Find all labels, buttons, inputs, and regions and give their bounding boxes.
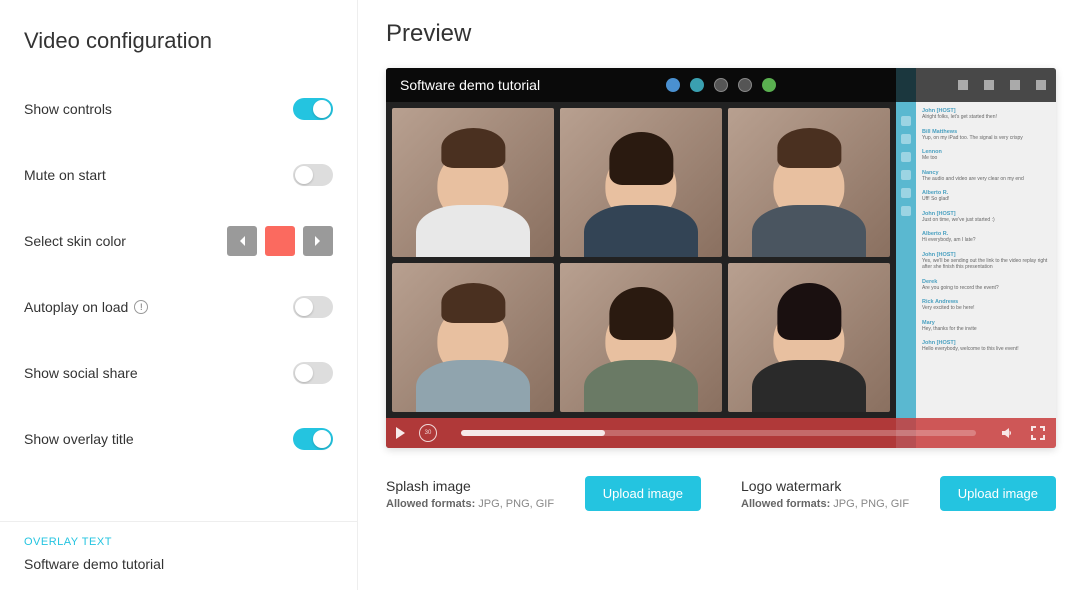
skin-swatch[interactable] [265,226,295,256]
chat-message: John [HOST]Hello everybody, welcome to t… [922,340,1050,353]
toggle-overlay-title[interactable] [293,428,333,450]
option-social-share: Show social share [0,340,357,406]
header-dot-cam-icon[interactable] [666,78,680,92]
chat-message: John [HOST]Just on time, we've just star… [922,211,1050,224]
fullscreen-icon [1030,425,1046,441]
rewind-30-button[interactable]: 30 [419,424,437,442]
watermark-title: Logo watermark [741,478,909,494]
progress-bar[interactable] [461,430,976,436]
label-skin-color: Select skin color [24,233,126,249]
option-overlay-title: Show overlay title [0,406,357,472]
upload-watermark: Logo watermark Allowed formats: JPG, PNG… [741,476,1056,511]
toggle-social-share[interactable] [293,362,333,384]
tool-icon[interactable] [901,116,911,126]
chat-tool-strip [896,68,916,448]
toggle-mute-on-start[interactable] [293,164,333,186]
header-right-icons [958,80,1046,90]
splash-title: Splash image [386,478,554,494]
tool-icon[interactable] [901,188,911,198]
option-skin-color: Select skin color [0,208,357,274]
preview-title: Preview [386,20,1056,48]
participant-tile[interactable] [392,108,554,257]
header-dot-pen-icon[interactable] [738,78,752,92]
label-autoplay: Autoplay on load ! [24,299,148,315]
overlay-text-label: OVERLAY TEXT [24,536,333,548]
header-center-icons [666,78,776,92]
signal-icon[interactable] [1036,80,1046,90]
config-sidebar: Video configuration Show controls Mute o… [0,0,358,590]
overlay-text-value[interactable]: Software demo tutorial [24,556,333,572]
splash-formats: Allowed formats: JPG, PNG, GIF [386,498,554,510]
chat-message: Alberto R.Hi everybody, am I late? [922,231,1050,244]
record-icon[interactable] [1010,80,1020,90]
video-grid-area [386,68,896,418]
tool-icon[interactable] [901,170,911,180]
label-show-controls: Show controls [24,101,112,117]
toggle-show-controls[interactable] [293,98,333,120]
layout-icon[interactable] [984,80,994,90]
label-social-share: Show social share [24,365,138,381]
watermark-formats: Allowed formats: JPG, PNG, GIF [741,498,909,510]
sidebar-title: Video configuration [0,0,357,76]
chat-message: John [HOST]Alright folks, let's get star… [922,108,1050,121]
fullscreen-button[interactable] [1030,425,1046,441]
volume-icon [1000,425,1016,441]
chat-message: LennonMe too [922,149,1050,162]
info-icon[interactable]: ! [134,300,148,314]
participant-tile[interactable] [728,263,890,412]
upload-splash-button[interactable]: Upload image [585,476,701,511]
upload-row: Splash image Allowed formats: JPG, PNG, … [386,476,1056,511]
header-dot-rec-icon[interactable] [762,78,776,92]
label-mute-on-start: Mute on start [24,167,106,183]
label-overlay-title: Show overlay title [24,431,134,447]
participant-tile[interactable] [560,108,722,257]
chevron-left-icon [238,235,246,247]
option-autoplay: Autoplay on load ! [0,274,357,340]
header-dot-mic-icon[interactable] [690,78,704,92]
chat-message: Bill MatthewsYup, on my iPad too. The si… [922,129,1050,142]
chevron-right-icon [314,235,322,247]
overlay-text-section: OVERLAY TEXT Software demo tutorial [0,521,357,590]
skin-next-button[interactable] [303,226,333,256]
skin-prev-button[interactable] [227,226,257,256]
timer-icon[interactable] [958,80,968,90]
header-dot-chat-icon[interactable] [714,78,728,92]
video-preview: Software demo tutorial [386,68,1056,448]
preview-panel: Preview Software demo tutorial [358,0,1080,590]
chat-message: Rick AndrewsVery excited to be here! [922,299,1050,312]
volume-button[interactable] [1000,425,1016,441]
chat-message: John [HOST]Yes, we'll be sending out the… [922,252,1050,271]
play-button[interactable] [396,427,405,439]
tool-icon[interactable] [901,152,911,162]
skin-selector [227,226,333,256]
tool-icon[interactable] [901,134,911,144]
video-header: Software demo tutorial [386,68,1056,102]
chat-list[interactable]: John [HOST]Alright folks, let's get star… [916,68,1056,448]
upload-splash: Splash image Allowed formats: JPG, PNG, … [386,476,701,511]
option-show-controls: Show controls [0,76,357,142]
option-mute-on-start: Mute on start [0,142,357,208]
video-controlbar: 30 [386,418,1056,448]
chat-message: Alberto R.Uff! So glad! [922,190,1050,203]
participant-grid [386,102,896,418]
chat-panel: John [HOST]Alright folks, let's get star… [896,68,1056,448]
toggle-autoplay[interactable] [293,296,333,318]
participant-tile[interactable] [560,263,722,412]
participant-tile[interactable] [728,108,890,257]
chat-message: DerekAre you going to record the event? [922,279,1050,292]
upload-watermark-button[interactable]: Upload image [940,476,1056,511]
video-overlay-title: Software demo tutorial [400,77,540,93]
chat-message: MaryHey, thanks for the invite [922,320,1050,333]
progress-fill [461,430,605,436]
participant-tile[interactable] [392,263,554,412]
chat-message: NancyThe audio and video are very clear … [922,170,1050,183]
tool-icon[interactable] [901,206,911,216]
